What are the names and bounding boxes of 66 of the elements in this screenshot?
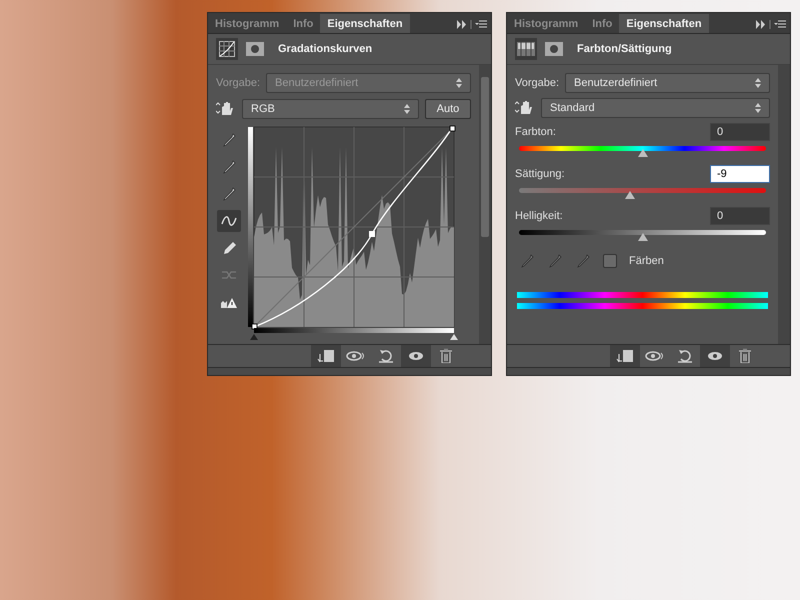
control-point[interactable]	[450, 126, 456, 132]
preset-dropdown[interactable]: Benutzerdefiniert	[565, 73, 770, 93]
eyedropper-icon	[221, 159, 237, 175]
slider-label: Farbton:	[515, 126, 556, 138]
panel-tab[interactable]: Info	[585, 14, 620, 33]
panel-tab[interactable]: Eigenschaften	[619, 14, 709, 33]
slider-label: Helligkeit:	[515, 210, 563, 222]
updown-arrow-icon	[755, 103, 761, 113]
slider-label: Sättigung:	[515, 168, 565, 180]
panel-tab[interactable]: Info	[286, 14, 320, 33]
panel-menu-icon[interactable]	[457, 20, 487, 29]
scrollbar[interactable]	[479, 65, 491, 344]
checkbox-label: Färben	[629, 255, 664, 267]
value-field[interactable]: -9	[710, 165, 770, 183]
eye-arrow-icon	[346, 350, 366, 362]
eyedropper-icon	[221, 186, 237, 202]
panel-tab[interactable]: Eigenschaften	[320, 14, 410, 33]
channel-dropdown[interactable]: RGB	[242, 99, 419, 119]
reset-icon	[378, 349, 394, 363]
updown-arrow-icon	[755, 78, 761, 88]
preset-label: Vorgabe:	[216, 77, 260, 89]
scrollbar[interactable]	[778, 65, 790, 344]
panel-tab[interactable]: Histogramm	[208, 14, 286, 33]
auto-button[interactable]: Auto	[425, 99, 471, 119]
updown-arrow-icon	[456, 78, 462, 88]
colorize-checkbox[interactable]	[603, 254, 617, 268]
panel-menu-icon[interactable]	[756, 20, 786, 29]
clip-to-layer-button[interactable]	[610, 345, 640, 367]
visibility-button[interactable]	[401, 345, 431, 367]
hue-saturation-icon	[515, 38, 537, 60]
clip-to-layer-button[interactable]	[311, 345, 341, 367]
curves-adjustment-icon	[216, 38, 238, 60]
curve-icon	[221, 213, 237, 229]
control-point[interactable]	[252, 324, 258, 330]
hand-adjust-icon[interactable]	[515, 100, 535, 116]
eyedropper-icon[interactable]	[575, 253, 591, 269]
panel-tab[interactable]: Histogramm	[507, 14, 586, 33]
slider-thumb[interactable]	[638, 233, 648, 241]
curve-tool-button[interactable]	[217, 210, 241, 232]
value-field[interactable]: 0	[710, 123, 770, 141]
highlight-input-handle[interactable]	[450, 334, 458, 340]
trash-icon	[739, 349, 751, 363]
eyedropper-icon[interactable]	[547, 253, 563, 269]
hand-adjust-icon[interactable]	[216, 101, 236, 117]
adjustment-title: Farbton/Sättigung	[577, 43, 672, 55]
trash-icon	[440, 349, 452, 363]
slider-thumb[interactable]	[638, 149, 648, 157]
clip-icon	[616, 349, 634, 363]
pencil-icon	[221, 240, 237, 256]
resize-grip[interactable]	[208, 367, 491, 375]
value-field[interactable]: 0	[710, 207, 770, 225]
visibility-button[interactable]	[700, 345, 730, 367]
preset-label: Vorgabe:	[515, 77, 560, 89]
eyedropper-icon	[221, 132, 237, 148]
eye-arrow-icon	[645, 350, 665, 362]
adjustment-title: Gradationskurven	[278, 43, 372, 55]
eyedropper-icon[interactable]	[519, 253, 535, 269]
shadow-input-handle[interactable]	[250, 334, 258, 340]
slider-thumb[interactable]	[625, 191, 636, 199]
clip-icon	[317, 349, 335, 363]
reset-icon	[677, 349, 693, 363]
updown-arrow-icon	[404, 104, 410, 114]
range-dropdown[interactable]: Standard	[541, 98, 770, 118]
eye-icon	[408, 351, 424, 361]
eye-icon	[707, 351, 723, 361]
resize-grip[interactable]	[507, 367, 790, 375]
